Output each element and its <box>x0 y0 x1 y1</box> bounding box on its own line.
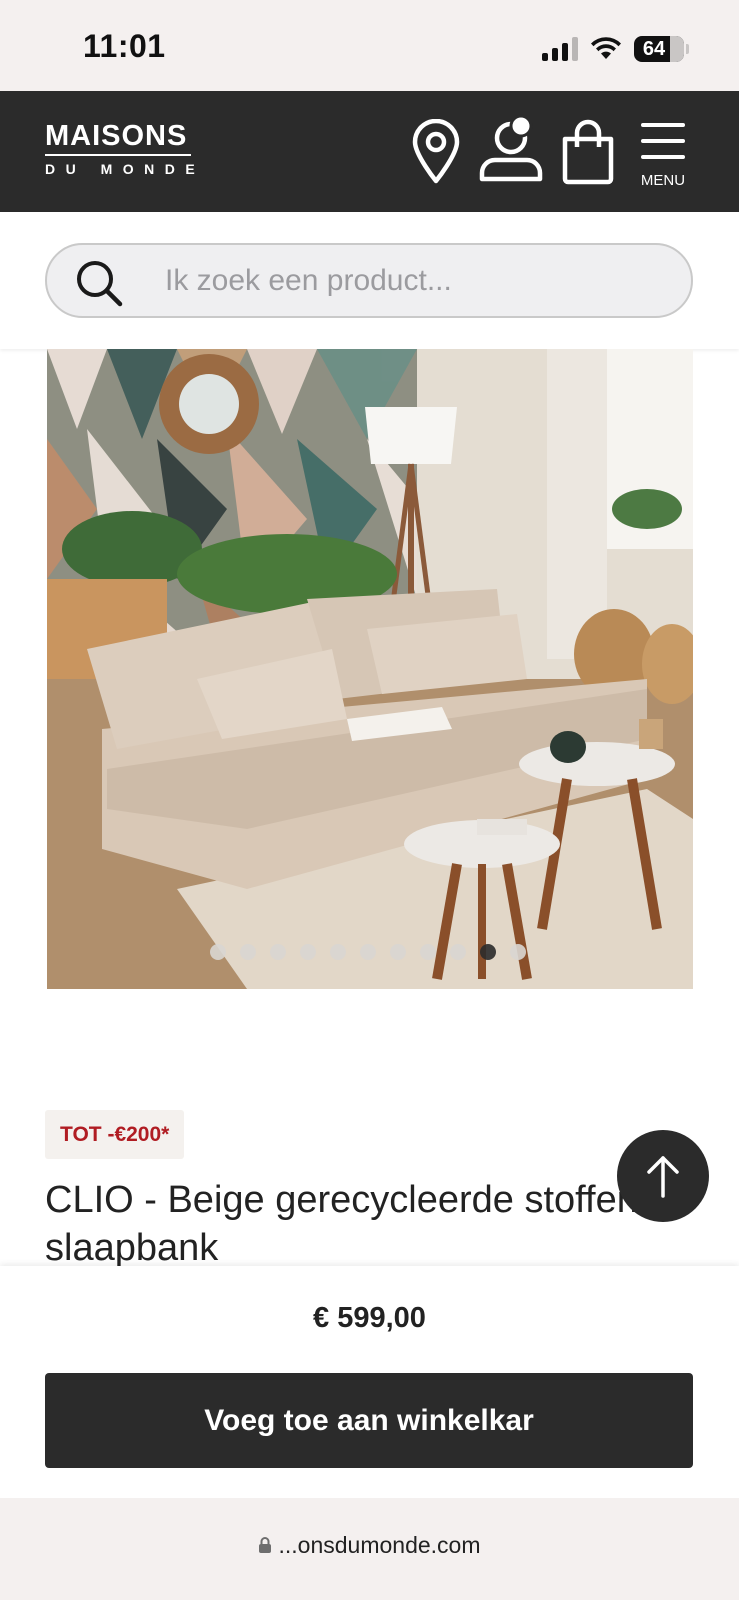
store-locator-icon[interactable] <box>411 119 461 185</box>
logo-top-text: MAISONS <box>45 120 188 152</box>
search-input[interactable] <box>165 245 665 316</box>
sofa-photo <box>47 349 693 989</box>
arrow-up-icon <box>647 1156 679 1198</box>
account-icon[interactable] <box>478 113 544 183</box>
status-bar: 11:01 64 <box>0 0 739 91</box>
gallery-dot[interactable] <box>210 944 226 960</box>
menu-label[interactable]: MENU <box>640 172 686 189</box>
menu-icon[interactable] <box>641 121 685 161</box>
gallery-dot[interactable] <box>330 944 346 960</box>
promo-badge: TOT -€200* <box>45 1110 185 1159</box>
product-price: € 599,00 <box>313 1302 426 1334</box>
gallery-dot[interactable] <box>450 944 466 960</box>
battery-icon: 64 <box>634 36 684 62</box>
logo-bottom-text: DU MONDE <box>45 161 206 177</box>
gallery-dot[interactable] <box>270 944 286 960</box>
gallery-pagination <box>210 944 526 960</box>
gallery-dot[interactable] <box>360 944 376 960</box>
status-icons: 64 <box>542 34 689 64</box>
maisons-du-monde-logo[interactable]: MAISONS DU MONDE <box>45 121 205 177</box>
product-title: CLIO - Beige gerecycleerde stoffen slaap… <box>45 1179 638 1269</box>
gallery-dot[interactable] <box>390 944 406 960</box>
gallery-dot[interactable] <box>240 944 256 960</box>
status-time: 11:01 <box>83 28 166 64</box>
product-image[interactable] <box>47 349 693 989</box>
battery-tip <box>686 44 689 54</box>
shopping-bag-icon[interactable] <box>560 119 616 185</box>
sticky-buy-bar: € 599,00 Voeg toe aan winkelkar <box>0 1266 739 1498</box>
wifi-icon <box>591 37 621 59</box>
gallery-dot[interactable] <box>510 944 526 960</box>
back-to-top-button[interactable] <box>617 1130 709 1222</box>
gallery-dot[interactable] <box>420 944 436 960</box>
site-header: MAISONS DU MONDE <box>0 91 739 212</box>
browser-url-bar[interactable]: ...onsdumonde.com <box>0 1498 739 1600</box>
lock-icon <box>259 1536 272 1553</box>
gallery-dot-active[interactable] <box>480 944 496 960</box>
cellular-signal-icon <box>542 37 578 61</box>
search-area <box>0 212 739 349</box>
add-to-cart-button[interactable]: Voeg toe aan winkelkar <box>45 1373 693 1468</box>
url-display[interactable]: ...onsdumonde.com <box>0 1532 739 1559</box>
gallery-dot[interactable] <box>300 944 316 960</box>
search-box[interactable] <box>45 243 693 318</box>
logo-divider <box>45 154 191 156</box>
url-text: ...onsdumonde.com <box>278 1532 481 1558</box>
battery-level: 64 <box>642 38 666 60</box>
search-icon <box>77 261 123 307</box>
